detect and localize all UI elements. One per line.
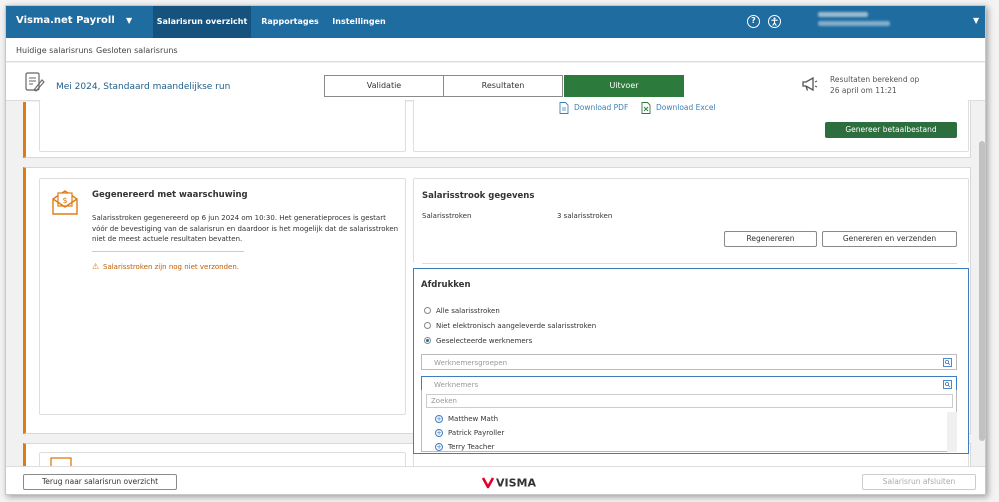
payslip-details-title: Salarisstrook gegevens — [422, 191, 535, 201]
calc-line-1: Resultaten berekend op — [830, 75, 920, 84]
warning-icon: ⚠ — [92, 262, 100, 271]
payslip-status-panel: $ Gegenereerd met waarschuwing Salarisst… — [39, 178, 406, 415]
back-to-overview-button[interactable]: Terug naar salarisrun overzicht — [23, 474, 177, 490]
svg-text:$: $ — [62, 196, 67, 205]
radio-button[interactable] — [424, 307, 431, 314]
envelope-money-icon: $ — [52, 190, 78, 215]
top-navigation: Visma.net Payroll ▼ Salarisrun overzicht… — [6, 6, 985, 38]
radio-all-payslips[interactable]: Alle salarisstroken — [424, 307, 500, 315]
svg-text:VISMA: VISMA — [496, 477, 536, 490]
payment-file-card: Download PDF Download Excel Genereer bet… — [23, 100, 971, 158]
divider — [92, 251, 244, 252]
megaphone-icon — [802, 76, 818, 92]
add-circle-icon: + — [435, 429, 443, 437]
employee-name: Terry Teacher — [448, 443, 495, 451]
dropdown-option-employee[interactable]: + Matthew Math — [435, 415, 498, 423]
radio-label: Niet elektronisch aangeleverde salarisst… — [436, 322, 597, 330]
footer-bar: Terug naar salarisrun overzicht VISMA Sa… — [6, 466, 985, 494]
calc-line-2: 26 april om 11:21 — [830, 86, 897, 95]
search-placeholder: Zoeken — [431, 397, 457, 405]
calculation-info: Resultaten berekend op 26 april om 11:21 — [830, 74, 919, 96]
dropdown-option-employee[interactable]: + Terry Teacher — [435, 443, 495, 451]
chevron-down-icon[interactable]: ▼ — [973, 16, 979, 25]
app-window: Visma.net Payroll ▼ Salarisrun overzicht… — [5, 5, 986, 495]
download-excel-link[interactable]: Download Excel — [656, 103, 716, 112]
subnav-item-gesloten[interactable]: Gesloten salarisruns — [96, 46, 178, 55]
user-menu[interactable] — [818, 12, 968, 34]
chevron-down-icon: ▼ — [126, 16, 133, 25]
user-company-blurred — [818, 21, 890, 26]
employee-name: Matthew Math — [448, 415, 499, 423]
sub-navigation: Huidige salarisruns Gesloten salarisruns — [6, 38, 985, 62]
employee-groups-placeholder: Werknemersgroepen — [434, 359, 508, 367]
tab-resultaten[interactable]: Resultaten — [443, 75, 563, 97]
page-title: Mei 2024, Standaard maandelijkse run — [56, 82, 231, 92]
user-name-blurred — [818, 12, 868, 17]
radio-label: Alle salarisstroken — [436, 307, 500, 315]
add-circle-icon: + — [435, 415, 443, 423]
brand-name: Visma.net Payroll — [16, 15, 115, 26]
tab-rapportages[interactable]: Rapportages — [256, 6, 324, 38]
tab-validatie[interactable]: Validatie — [324, 75, 444, 97]
search-list-icon[interactable] — [943, 358, 952, 367]
employee-name: Patrick Payroller — [448, 429, 505, 437]
payslip-status-description: Salarisstroken gegenereerd op 6 jun 2024… — [92, 214, 399, 243]
pdf-file-icon — [559, 102, 569, 114]
dropdown-option-employee[interactable]: + Patrick Payroller — [435, 429, 504, 437]
radio-button-selected[interactable] — [424, 337, 431, 344]
run-header: Mei 2024, Standaard maandelijkse run Val… — [6, 63, 985, 101]
payslip-count-label: Salarisstroken — [422, 212, 472, 220]
generate-and-send-button[interactable]: Genereren en verzenden — [822, 231, 957, 247]
accessibility-icon[interactable] — [768, 15, 781, 28]
divider — [422, 263, 957, 264]
page-scrollbar-thumb[interactable] — [979, 141, 985, 441]
payslip-count-value: 3 salarisstroken — [557, 212, 613, 220]
document-signature-icon — [25, 72, 45, 92]
print-panel-title: Afdrukken — [421, 280, 471, 290]
employee-groups-field[interactable]: Werknemersgroepen — [421, 354, 957, 370]
excel-file-icon — [641, 102, 651, 114]
generate-payment-file-button[interactable]: Genereer betaalbestand — [825, 122, 957, 138]
tab-salarisrun-overzicht[interactable]: Salarisrun overzicht — [153, 6, 251, 38]
add-circle-icon: + — [435, 443, 443, 451]
help-icon[interactable]: ? — [747, 15, 760, 28]
payment-file-details-panel: Download PDF Download Excel Genereer bet… — [413, 100, 969, 152]
dropdown-scrollbar[interactable] — [947, 412, 957, 452]
radio-button[interactable] — [424, 322, 431, 329]
tab-uitvoer[interactable]: Uitvoer — [564, 75, 684, 97]
radio-selected-employees[interactable]: Geselecteerde werknemers — [424, 337, 532, 345]
payment-file-status-panel — [39, 100, 406, 152]
app-switcher[interactable]: Visma.net Payroll ▼ — [6, 6, 153, 38]
regenerate-button[interactable]: Regenereren — [724, 231, 817, 247]
payslip-warning: Salarisstroken zijn nog niet verzonden. — [103, 263, 240, 271]
visma-logo: VISMA — [481, 477, 536, 490]
employee-dropdown: Zoeken + Matthew Math + Patrick Payroller … — [421, 390, 957, 452]
close-salary-run-button[interactable]: Salarisrun afsluiten — [862, 474, 976, 490]
radio-label: Geselecteerde werknemers — [436, 337, 533, 345]
radio-non-electronic-payslips[interactable]: Niet elektronisch aangeleverde salarisst… — [424, 322, 596, 330]
tab-instellingen[interactable]: Instellingen — [329, 6, 389, 38]
employees-placeholder: Werknemers — [434, 381, 479, 389]
payslip-status-title: Gegenereerd met waarschuwing — [92, 190, 248, 200]
search-list-icon[interactable] — [943, 380, 952, 389]
download-pdf-link[interactable]: Download PDF — [574, 103, 628, 112]
employee-search-input[interactable]: Zoeken — [426, 394, 953, 408]
subnav-item-huidige[interactable]: Huidige salarisruns — [16, 46, 93, 55]
payslip-details-panel: Salarisstrook gegevens Salarisstroken 3 … — [413, 178, 969, 264]
